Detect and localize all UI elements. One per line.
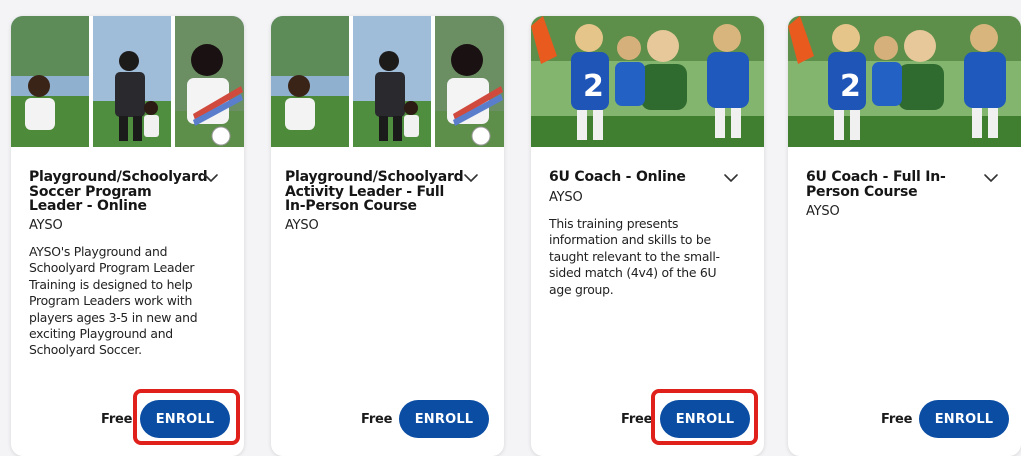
course-image[interactable]	[788, 16, 1021, 147]
course-provider: AYSO	[285, 218, 319, 233]
course-price: Free	[621, 412, 653, 427]
chevron-down-icon[interactable]	[461, 168, 481, 188]
course-provider: AYSO	[806, 204, 840, 219]
enroll-button[interactable]: ENROLL	[919, 400, 1009, 438]
course-description: This training presents information and s…	[549, 216, 720, 297]
enroll-button[interactable]: ENROLL	[660, 400, 750, 438]
course-price: Free	[101, 412, 133, 427]
course-card: 6U Coach - Full In-Person Course AYSO Fr…	[788, 16, 1021, 456]
course-image[interactable]	[271, 16, 504, 147]
course-title[interactable]: Playground/Schoolyard Soccer Program Lea…	[29, 170, 208, 214]
course-image[interactable]	[531, 16, 764, 147]
chevron-down-icon[interactable]	[981, 168, 1001, 188]
course-title[interactable]: 6U Coach - Full In-Person Course	[806, 170, 956, 199]
chevron-down-icon[interactable]	[201, 168, 221, 188]
course-card: Playground/Schoolyard Soccer Program Lea…	[11, 16, 244, 456]
course-provider: AYSO	[29, 218, 63, 233]
course-price: Free	[881, 412, 913, 427]
course-title[interactable]: 6U Coach - Online	[549, 170, 721, 185]
course-description: AYSO's Playground and Schoolyard Program…	[29, 244, 198, 358]
course-card: 6U Coach - Online AYSO This training pre…	[531, 16, 764, 456]
enroll-button[interactable]: ENROLL	[140, 400, 230, 438]
course-image[interactable]	[11, 16, 244, 147]
chevron-down-icon[interactable]	[721, 168, 741, 188]
course-price: Free	[361, 412, 393, 427]
enroll-button[interactable]: ENROLL	[399, 400, 489, 438]
course-title[interactable]: Playground/Schoolyard Activity Leader - …	[285, 170, 464, 214]
course-provider: AYSO	[549, 190, 583, 205]
course-card: Playground/Schoolyard Activity Leader - …	[271, 16, 504, 456]
